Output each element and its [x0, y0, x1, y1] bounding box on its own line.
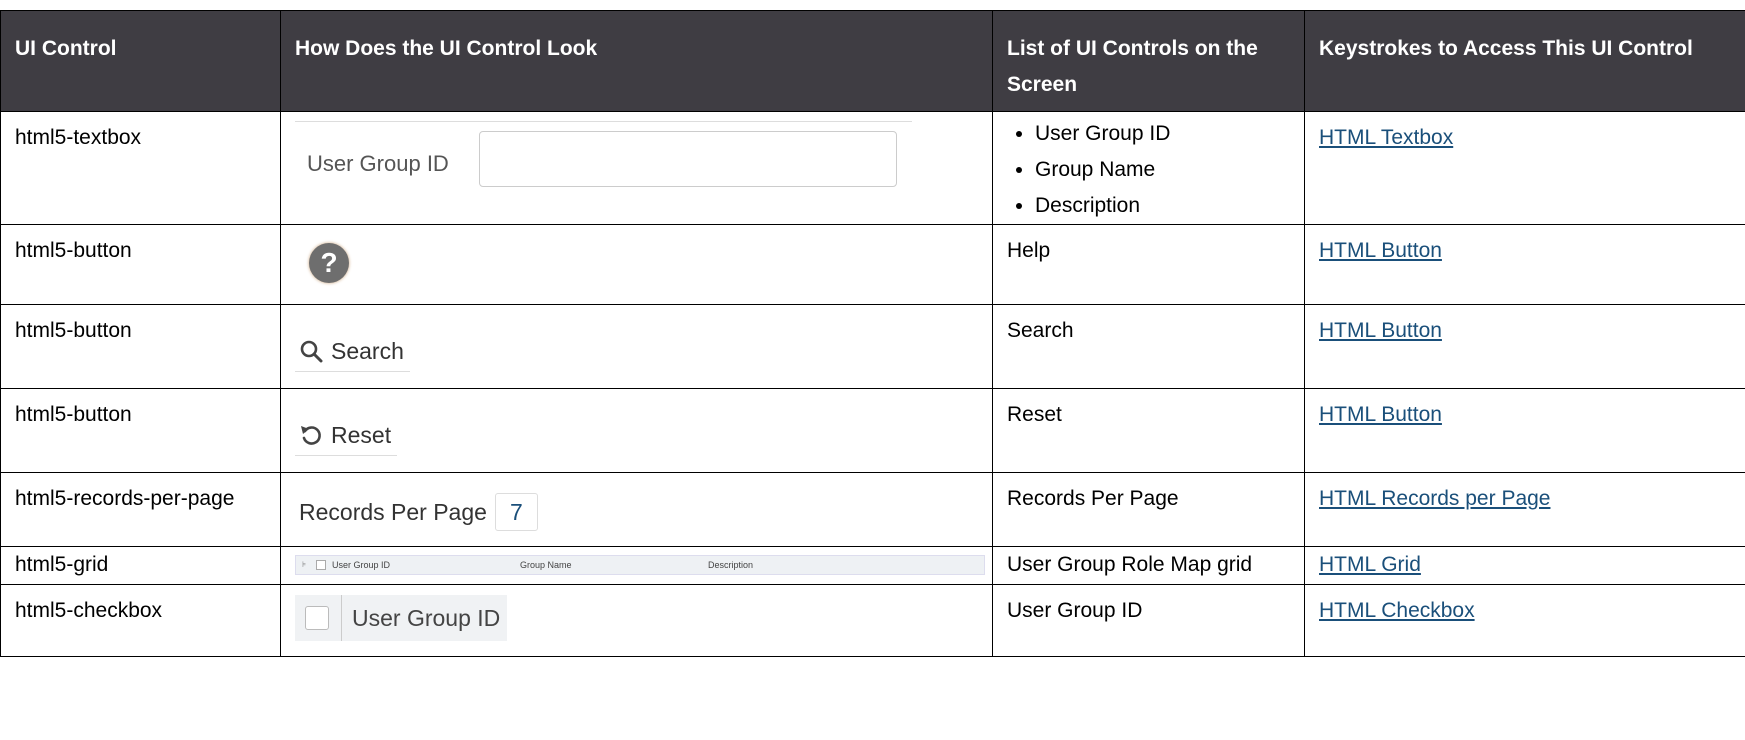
html-button-link[interactable]: HTML Button — [1319, 403, 1442, 426]
header-list: List of UI Controls on the Screen — [992, 10, 1305, 112]
control-name: html5-button — [0, 224, 281, 305]
grid-column-header: Group Name — [520, 560, 572, 570]
html-button-link[interactable]: HTML Button — [1319, 239, 1442, 262]
table-row: html5-grid ⊧ User Group ID Group Name De… — [0, 546, 1745, 585]
html-button-link[interactable]: HTML Button — [1319, 319, 1442, 342]
html-grid-link[interactable]: HTML Grid — [1319, 553, 1421, 576]
hierarchy-icon: ⊧ — [302, 560, 307, 569]
grid-column-header: User Group ID — [332, 560, 391, 570]
table-row: html5-records-per-page Records Per Page … — [0, 472, 1745, 547]
table-row: html5-button Search Search HTML Button — [0, 304, 1745, 389]
divider — [341, 595, 342, 641]
html-records-per-page-link[interactable]: HTML Records per Page — [1319, 487, 1550, 510]
header-look: How Does the UI Control Look — [280, 10, 993, 112]
keystroke-link-cell: HTML Records per Page — [1304, 472, 1745, 547]
table-row: html5-checkbox User Group ID User Group … — [0, 584, 1745, 657]
control-list: Help — [992, 224, 1305, 305]
control-list-items: User Group ID Group Name Description — [1007, 116, 1290, 224]
reset-icon — [301, 426, 321, 445]
control-list: User Group Role Map grid — [992, 546, 1305, 585]
html-textbox-link[interactable]: HTML Textbox — [1319, 126, 1453, 149]
table-row: html5-button ? Help HTML Button — [0, 224, 1745, 305]
control-preview: ⊧ User Group ID Group Name Description — [280, 546, 993, 585]
keystroke-link-cell: HTML Textbox — [1304, 111, 1745, 225]
reset-button-preview: Reset — [295, 413, 398, 456]
control-name: html5-button — [0, 304, 281, 389]
control-preview: User Group ID — [280, 584, 993, 657]
records-per-page-label: Records Per Page — [299, 499, 487, 525]
search-button-label: Search — [331, 338, 404, 364]
table-row: html5-button Reset Reset HTML Button — [0, 388, 1745, 473]
ui-controls-table: UI Control How Does the UI Control Look … — [0, 10, 1745, 657]
header-ui-control: UI Control — [0, 10, 281, 112]
header-row: UI Control How Does the UI Control Look … — [0, 10, 1745, 112]
help-icon: ? — [309, 243, 349, 283]
header-keystrokes: Keystrokes to Access This UI Control — [1304, 10, 1745, 112]
checkbox — [305, 606, 329, 630]
control-preview: Records Per Page 7 — [280, 472, 993, 547]
search-icon — [300, 340, 323, 363]
list-item: Description — [1035, 188, 1290, 224]
grid-column-header: Description — [708, 560, 754, 570]
control-preview: Reset — [280, 388, 993, 473]
textbox-label: User Group ID — [307, 151, 449, 176]
records-per-page-preview: Records Per Page 7 — [299, 493, 538, 531]
grid-preview: ⊧ User Group ID Group Name Description — [295, 555, 985, 575]
control-list: Search — [992, 304, 1305, 389]
control-name: html5-button — [0, 388, 281, 473]
html-checkbox-link[interactable]: HTML Checkbox — [1319, 599, 1475, 622]
control-preview: ? — [280, 224, 993, 305]
checkbox-label: User Group ID — [352, 605, 501, 631]
keystroke-link-cell: HTML Button — [1304, 224, 1745, 305]
control-list: User Group ID Group Name Description — [992, 111, 1305, 225]
textbox-input — [479, 131, 897, 187]
control-name: html5-textbox — [0, 111, 281, 225]
reset-button-label: Reset — [331, 422, 392, 448]
control-list: User Group ID — [992, 584, 1305, 657]
checkbox-preview: User Group ID — [295, 595, 507, 641]
records-per-page-value: 7 — [494, 493, 538, 531]
keystroke-link-cell: HTML Button — [1304, 388, 1745, 473]
control-name: html5-grid — [0, 546, 281, 585]
control-list: Records Per Page — [992, 472, 1305, 547]
list-item: User Group ID — [1035, 116, 1290, 152]
search-button-preview: Search — [295, 329, 410, 372]
control-name: html5-records-per-page — [0, 472, 281, 547]
control-preview: Search — [280, 304, 993, 389]
control-preview: User Group ID — [280, 111, 993, 225]
table-row: html5-textbox User Group ID User Group I… — [0, 111, 1745, 225]
grid-select-all-checkbox — [316, 560, 326, 570]
keystroke-link-cell: HTML Button — [1304, 304, 1745, 389]
keystroke-link-cell: HTML Grid — [1304, 546, 1745, 585]
control-name: html5-checkbox — [0, 584, 281, 657]
list-item: Group Name — [1035, 152, 1290, 188]
keystroke-link-cell: HTML Checkbox — [1304, 584, 1745, 657]
control-list: Reset — [992, 388, 1305, 473]
